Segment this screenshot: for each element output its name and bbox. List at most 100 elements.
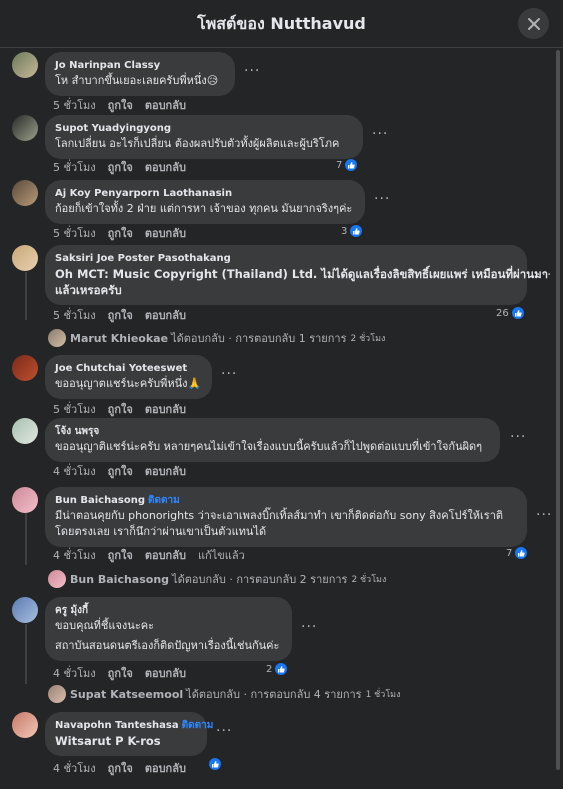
comment-bubble: ครู มุ้งกี้ ขอบคุณที่ชี้แจงนะคะ สถาบันสอ… bbox=[45, 597, 292, 661]
view-replies-link[interactable]: Bun Baichasong ได้ตอบกลับ · การตอบกลับ 2… bbox=[48, 570, 386, 588]
comment-text: ขออนุญาตแชร์นะครับพี่หนึ่ง🙏 bbox=[55, 377, 202, 390]
reply-summary: ได้ตอบกลับ · การตอบกลับ 4 รายการ bbox=[186, 688, 362, 701]
like-icon bbox=[344, 158, 359, 172]
comment-actions: 4 ชั่วโมง ถูกใจ ตอบกลับ bbox=[53, 462, 198, 480]
reply-time: 1 ชั่วโมง bbox=[365, 690, 401, 700]
comment-author[interactable]: ครู มุ้งกี้ bbox=[55, 604, 282, 618]
avatar[interactable] bbox=[12, 418, 38, 444]
thread-line bbox=[25, 624, 27, 684]
view-replies-link[interactable]: Supat Katseemool ได้ตอบกลับ · การตอบกลับ… bbox=[48, 685, 401, 703]
reply-button[interactable]: ตอบกลับ bbox=[145, 762, 186, 775]
like-button[interactable]: ถูกใจ bbox=[108, 99, 133, 112]
like-button[interactable]: ถูกใจ bbox=[108, 309, 133, 322]
reaction-count[interactable] bbox=[206, 757, 222, 771]
reply-button[interactable]: ตอบกลับ bbox=[145, 667, 186, 680]
avatar[interactable] bbox=[12, 712, 38, 738]
comment-actions: 4 ชั่วโมง ถูกใจ ตอบกลับ bbox=[53, 664, 198, 682]
comment-bubble: Bun Baichasong ติดตาม มีน่าตอนคุยกับ phon… bbox=[45, 487, 527, 547]
like-button[interactable]: ถูกใจ bbox=[108, 549, 133, 562]
reply-button[interactable]: ตอบกลับ bbox=[145, 549, 186, 562]
comment-actions: 4 ชั่วโมง ถูกใจ ตอบกลับ bbox=[53, 759, 198, 777]
avatar[interactable] bbox=[12, 52, 38, 78]
comment-text: ขอบคุณที่ชี้แจงนะคะ bbox=[55, 619, 154, 632]
like-button[interactable]: ถูกใจ bbox=[108, 762, 133, 775]
reaction-count[interactable]: 3 bbox=[341, 224, 364, 238]
reply-button[interactable]: ตอบกลับ bbox=[145, 309, 186, 322]
reaction-count[interactable]: 2 bbox=[266, 662, 289, 676]
comment-actions: 5 ชั่วโมง ถูกใจ ตอบกลับ bbox=[53, 400, 198, 418]
comment-author[interactable]: Navapohn Tanteshasa ติดตาม bbox=[55, 719, 213, 733]
comment-actions: 5 ชั่วโมง ถูกใจ ตอบกลับ bbox=[53, 158, 198, 176]
comment-time[interactable]: 4 ชั่วโมง bbox=[53, 667, 96, 680]
reply-author: Bun Baichasong bbox=[70, 572, 170, 586]
reply-button[interactable]: ตอบกลับ bbox=[145, 403, 186, 416]
close-icon bbox=[527, 17, 540, 30]
like-button[interactable]: ถูกใจ bbox=[108, 667, 133, 680]
comment-author[interactable]: Joe Chutchai Yoteeswet bbox=[55, 362, 202, 376]
avatar[interactable] bbox=[12, 355, 38, 381]
reply-time: 2 ชั่วโมง bbox=[351, 575, 387, 585]
reply-button[interactable]: ตอบกลับ bbox=[145, 227, 186, 240]
comment-time[interactable]: 5 ชั่วโมง bbox=[53, 403, 96, 416]
like-button[interactable]: ถูกใจ bbox=[108, 403, 133, 416]
comment-text: โลกเปลี่ยน อะไรก็เปลี่ยน ต้องผลปรับตัวทั… bbox=[55, 137, 340, 150]
comment-text: Oh MCT: Music Copyright (Thailand) Ltd. … bbox=[55, 267, 549, 281]
comment-time[interactable]: 5 ชั่วโมง bbox=[53, 309, 96, 322]
reply-author: Marut Khieokae bbox=[70, 331, 169, 345]
comment-author[interactable]: Supot Yuadyingyong bbox=[55, 122, 353, 136]
like-button[interactable]: ถูกใจ bbox=[108, 227, 133, 240]
avatar[interactable] bbox=[12, 245, 38, 271]
comment-time[interactable]: 5 ชั่วโมง bbox=[53, 161, 96, 174]
more-options-button[interactable]: ··· bbox=[510, 430, 526, 444]
more-options-button[interactable]: ··· bbox=[536, 508, 552, 522]
like-button[interactable]: ถูกใจ bbox=[108, 465, 133, 478]
comment-bubble: Jo Narinpan Classy โห สำบากขึ้นเยอะเลยคร… bbox=[45, 52, 235, 96]
dialog-title: โพสต์ของ Nutthavud bbox=[197, 14, 366, 33]
comment-time[interactable]: 5 ชั่วโมง bbox=[53, 227, 96, 240]
comment-author[interactable]: Saksiri Joe Poster Pasothakang bbox=[55, 252, 517, 266]
comment-actions: 5 ชั่วโมง ถูกใจ ตอบกลับ bbox=[53, 224, 198, 242]
comment-bubble: โจ้ง นพรุจ ขออนุญาติแชร์น่ะครับ หลายๆคนไ… bbox=[45, 418, 500, 462]
comment-text: โห สำบากขึ้นเยอะเลยครับพี่หนึ่ง😥 bbox=[55, 74, 219, 87]
more-options-button[interactable]: ··· bbox=[301, 620, 317, 634]
comment-text: โดยตรงเลย เราก็นึกว่าผ่านเขาเป็นตัวแทนได… bbox=[55, 525, 267, 538]
comment-text: Witsarut P K-ros bbox=[55, 734, 161, 748]
thread-line bbox=[25, 272, 27, 320]
more-options-button[interactable]: ··· bbox=[372, 127, 388, 141]
comment-author[interactable]: Jo Narinpan Classy bbox=[55, 59, 225, 73]
more-options-button[interactable]: ··· bbox=[221, 367, 237, 381]
close-button[interactable] bbox=[518, 8, 549, 39]
view-replies-link[interactable]: Marut Khieokae ได้ตอบกลับ · การตอบกลับ 1… bbox=[48, 329, 385, 347]
edited-label: แก้ไขแล้ว bbox=[197, 549, 245, 562]
avatar[interactable] bbox=[12, 487, 38, 513]
comment-author[interactable]: โจ้ง นพรุจ bbox=[55, 425, 490, 439]
reply-button[interactable]: ตอบกลับ bbox=[145, 99, 186, 112]
scrollbar[interactable] bbox=[556, 50, 560, 770]
more-options-button[interactable]: ··· bbox=[374, 192, 390, 206]
comment-time[interactable]: 4 ชั่วโมง bbox=[53, 465, 96, 478]
reaction-count[interactable]: 26 bbox=[496, 306, 525, 320]
like-button[interactable]: ถูกใจ bbox=[108, 161, 133, 174]
avatar[interactable] bbox=[12, 115, 38, 141]
comment-text: ก้อยก็เข้าใจทั้ง 2 ฝ่าย แต่การหา เจ้าของ… bbox=[55, 202, 353, 215]
reply-button[interactable]: ตอบกลับ bbox=[145, 161, 186, 174]
more-options-button[interactable]: ··· bbox=[536, 268, 552, 282]
comment-time[interactable]: 4 ชั่วโมง bbox=[53, 549, 96, 562]
like-icon bbox=[349, 224, 364, 238]
comment-author[interactable]: Bun Baichasong ติดตาม bbox=[55, 494, 517, 508]
dialog-header: โพสต์ของ Nutthavud bbox=[0, 0, 563, 48]
follow-button[interactable]: ติดตาม bbox=[182, 720, 214, 731]
follow-button[interactable]: ติดตาม bbox=[148, 495, 180, 506]
more-options-button[interactable]: ··· bbox=[216, 724, 232, 738]
reply-button[interactable]: ตอบกลับ bbox=[145, 465, 186, 478]
comment-time[interactable]: 5 ชั่วโมง bbox=[53, 99, 96, 112]
reaction-count[interactable]: 7 bbox=[336, 158, 359, 172]
avatar[interactable] bbox=[12, 180, 38, 206]
comment-author[interactable]: Aj Koy Penyarporn Laothanasin bbox=[55, 187, 355, 201]
like-icon bbox=[274, 662, 289, 676]
avatar[interactable] bbox=[12, 597, 38, 623]
reaction-count[interactable]: 7 bbox=[506, 546, 529, 560]
comment-time[interactable]: 4 ชั่วโมง bbox=[53, 762, 96, 775]
more-options-button[interactable]: ··· bbox=[244, 64, 260, 78]
comment-bubble: Joe Chutchai Yoteeswet ขออนุญาตแชร์นะครั… bbox=[45, 355, 212, 399]
